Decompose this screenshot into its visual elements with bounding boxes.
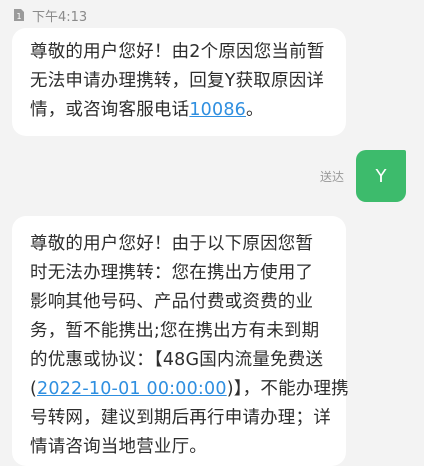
- message-line: 时无法办理携转：您在携出方使用了: [30, 263, 314, 283]
- message-text: 。: [245, 100, 264, 120]
- message-text: 情，或咨询客服电话: [30, 100, 190, 120]
- timestamp-text: 下午4:13: [32, 9, 88, 25]
- outgoing-message-row: 送达 Y: [320, 150, 406, 202]
- message-text: )】，不能办理携: [226, 379, 349, 399]
- message-line: 务，暂不能携出;您在携出方有未到期: [30, 321, 320, 341]
- message-line: 无法申请办理携转，回复Y获取原因详: [30, 71, 325, 91]
- outgoing-message-bubble[interactable]: Y: [356, 150, 406, 202]
- message-line: 的优惠或协议：【48G国内流量免费送: [30, 350, 324, 370]
- message-text: (: [30, 379, 38, 399]
- message-line: 影响其他号码、产品付费或资费的业: [30, 292, 314, 312]
- message-line: 情请咨询当地营业厅。: [30, 437, 207, 457]
- incoming-message-bubble[interactable]: 尊敬的用户您好！由于以下原因您暂 时无法办理携转：您在携出方使用了 影响其他号码…: [12, 216, 349, 466]
- date-link[interactable]: 2022-10-01 00:00:00: [37, 379, 227, 399]
- phone-number-link[interactable]: 10086: [189, 100, 246, 120]
- message-line: 尊敬的用户您好！由于以下原因您暂: [30, 234, 314, 254]
- message-line: (2022-10-01 00:00:00)】，不能办理携: [30, 375, 349, 404]
- svg-text:1: 1: [16, 12, 21, 21]
- sim-card-icon: 1: [12, 8, 26, 22]
- message-line: 情，或咨询客服电话10086。: [30, 96, 328, 125]
- outgoing-message-text: Y: [375, 165, 387, 187]
- message-timestamp-row: 1 下午4:13: [12, 6, 88, 25]
- message-line: 尊敬的用户您好！由2个原因您当前暂: [30, 42, 325, 62]
- incoming-message-bubble[interactable]: 尊敬的用户您好！由2个原因您当前暂 无法申请办理携转，回复Y获取原因详 情，或咨…: [12, 28, 346, 136]
- message-line: 号转网，建议到期后再行申请办理；详: [30, 408, 331, 428]
- delivery-status: 送达: [319, 169, 344, 184]
